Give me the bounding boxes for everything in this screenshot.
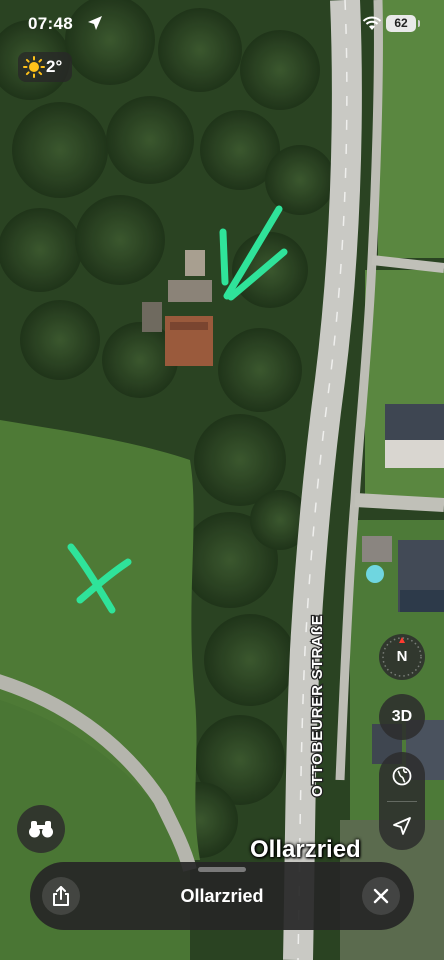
binoculars-icon — [29, 821, 53, 838]
battery-tip — [418, 20, 420, 27]
view-3d-label: 3D — [391, 708, 413, 725]
close-button[interactable] — [362, 877, 400, 915]
close-icon — [373, 888, 389, 904]
clock: 07:48 — [28, 14, 73, 33]
temperature: 2° — [46, 57, 63, 76]
map-controls-stack — [379, 752, 425, 850]
compass-button[interactable]: N — [379, 634, 425, 680]
globe-icon[interactable] — [391, 765, 413, 787]
sheet-title: Ollarzried — [180, 886, 264, 906]
controls-divider — [387, 801, 417, 802]
place-sheet[interactable]: Ollarzried — [30, 862, 414, 930]
location-arrow-icon[interactable] — [391, 815, 413, 837]
share-button[interactable] — [42, 877, 80, 915]
place-label[interactable]: Ollarzried — [250, 836, 361, 864]
battery-indicator: 62 — [386, 15, 416, 32]
status-bar: 07:48 62 — [0, 0, 444, 50]
location-arrow-icon — [88, 16, 102, 30]
wifi-icon — [362, 16, 382, 30]
street-label: OTTOBEURER STRAßE — [309, 615, 326, 798]
satellite-map[interactable]: OTTOBEURER STRAßE — [0, 0, 444, 960]
look-around-button[interactable] — [17, 805, 65, 853]
compass-north-label: N — [396, 648, 408, 665]
weather-badge[interactable]: 2° — [18, 52, 72, 82]
sun-icon — [23, 56, 45, 78]
view-3d-button[interactable]: 3D — [379, 694, 425, 740]
share-icon — [53, 886, 69, 906]
